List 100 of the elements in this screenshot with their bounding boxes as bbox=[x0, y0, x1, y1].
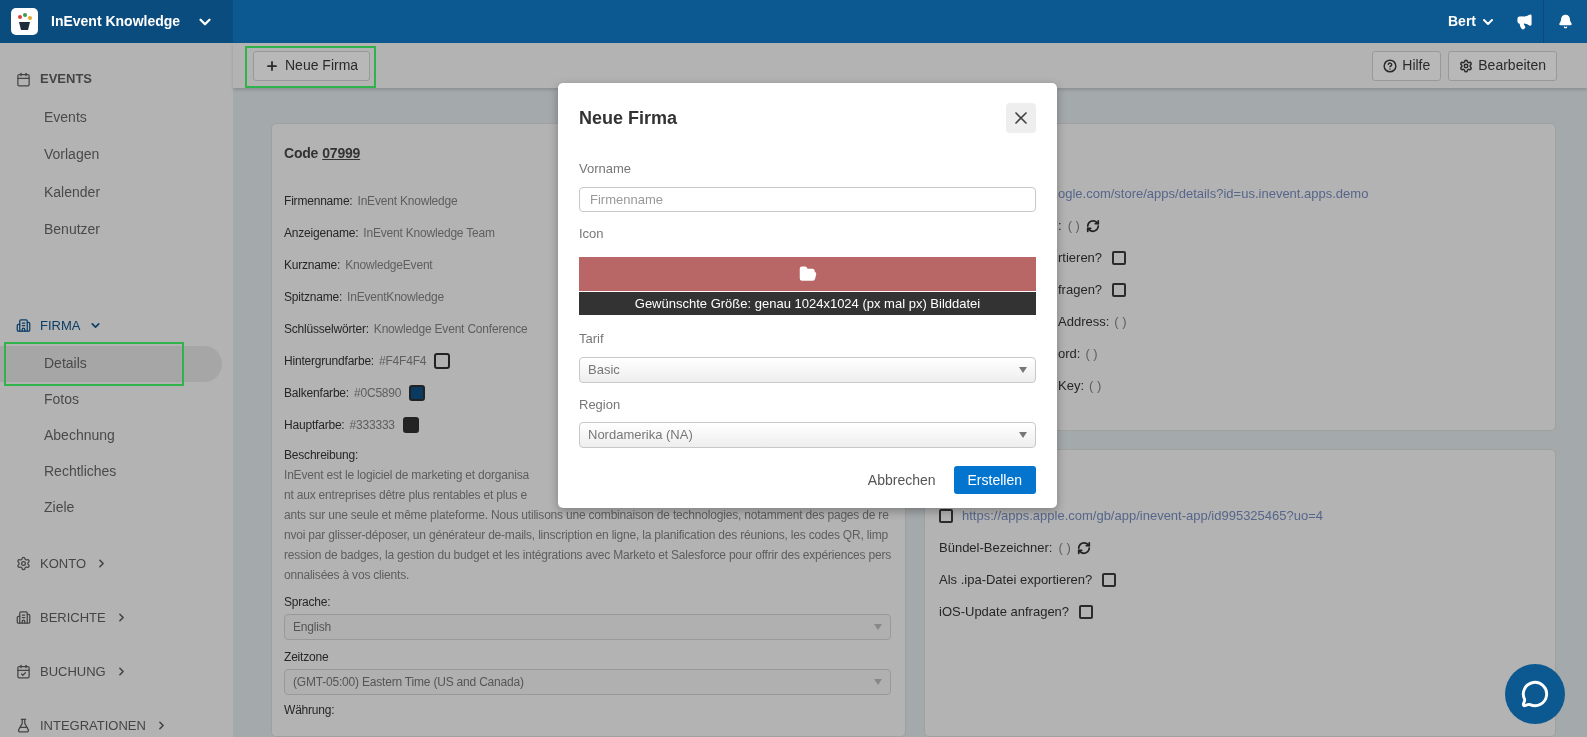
field-label: Anzeigename: bbox=[284, 225, 359, 242]
cancel-button[interactable]: Abbrechen bbox=[867, 469, 936, 491]
color-swatch[interactable] bbox=[434, 353, 451, 369]
calendar-icon bbox=[16, 71, 31, 87]
field-label: Sprache: bbox=[284, 594, 332, 611]
company-name-input[interactable]: Firmenname bbox=[579, 186, 1036, 212]
sidebar-item[interactable]: Kalender bbox=[0, 174, 222, 210]
building-icon bbox=[16, 610, 31, 625]
field-value: #F4F4F4 bbox=[379, 353, 427, 370]
close-button[interactable] bbox=[1006, 103, 1036, 133]
field-value: InEvent Knowledge Team bbox=[363, 225, 495, 242]
store-link[interactable]: https://apps.apple.com/gb/app/inevent-app/id995325465?uo=4 bbox=[962, 506, 1324, 526]
sidebar-section[interactable]: INTEGRATIONEN bbox=[0, 709, 168, 737]
description-text: ants sur une seule et même plateforme. Nous utilisons une combinaison de technologies, notamment des pages de renvoi par glisser-déposer, un générateur de-mails, linscription en ligne, la planification des réunions, les codes QR, limpression de badges, la gestion du budget et les intégrations avec Marketo et Salesforce pour offrir des expériences personnalisées à vos clients. bbox=[284, 507, 891, 584]
field-value: ( ) bbox=[1085, 345, 1098, 364]
field-label: Zeitzone bbox=[284, 649, 330, 666]
field-value: ( ) bbox=[1089, 377, 1102, 396]
logo-icon bbox=[11, 8, 38, 35]
field-label: Beschreibung: bbox=[284, 447, 360, 464]
sidebar-section[interactable]: EVENTS bbox=[0, 63, 92, 95]
field-label: Als .ipa-Datei exportieren? bbox=[939, 571, 1093, 590]
color-swatch[interactable] bbox=[409, 385, 426, 401]
field-label: Kurzname: bbox=[284, 257, 341, 274]
description-text: InEvent est le logiciel de marketing et dorganisa bbox=[284, 467, 529, 484]
field-label: Address: bbox=[1058, 313, 1110, 332]
description-text: nt aux entreprises dêtre plus rentables et plus e bbox=[284, 487, 527, 504]
dropdown-field[interactable]: Nordamerika (NA) bbox=[579, 422, 1036, 448]
field-value: #333333 bbox=[349, 417, 395, 434]
caret-icon bbox=[874, 679, 882, 685]
field-value: ( ) bbox=[1114, 313, 1127, 332]
caret-icon bbox=[874, 624, 882, 630]
sidebar-item[interactable]: Events bbox=[0, 99, 222, 135]
calendar-check-icon bbox=[16, 664, 31, 679]
code-label: Code bbox=[284, 143, 319, 163]
caret-icon bbox=[1019, 432, 1027, 438]
checkbox[interactable] bbox=[1112, 251, 1127, 265]
help-icon bbox=[1383, 58, 1398, 73]
field-label: Vorname bbox=[579, 160, 633, 178]
field-label: Key: bbox=[1058, 377, 1084, 396]
field-value: KnowledgeEvent bbox=[345, 257, 433, 274]
code-link[interactable]: 07999 bbox=[322, 142, 361, 164]
field-value: #0C5890 bbox=[354, 385, 402, 402]
field-value: ( ) bbox=[1058, 539, 1071, 558]
help-button[interactable]: Hilfe bbox=[1372, 50, 1442, 81]
brand-name: InEvent Knowledge bbox=[51, 12, 181, 31]
sidebar-item[interactable]: Details bbox=[0, 345, 222, 382]
field-label: Hauptfarbe: bbox=[284, 417, 345, 434]
dialog-title: Neue Firma bbox=[579, 106, 678, 130]
field-label: Tarif bbox=[579, 330, 605, 348]
field-label: Firmenname: bbox=[284, 193, 353, 210]
field-label: Icon bbox=[579, 224, 605, 243]
field-value: Knowledge Event Conference bbox=[373, 321, 528, 338]
size-caption: Gewünschte Größe: genau 1024x1024 (px mal px) Bilddatei bbox=[579, 292, 1036, 315]
sidebar-item[interactable]: Vorlagen bbox=[0, 136, 222, 173]
field-label: : bbox=[1058, 217, 1062, 236]
field-label: Balkenfarbe: bbox=[284, 385, 349, 402]
building-icon bbox=[16, 318, 31, 333]
refresh-icon[interactable] bbox=[1076, 541, 1091, 555]
field-value: InEventKnowledge bbox=[347, 289, 444, 306]
sidebar-item[interactable]: Abechnung bbox=[0, 417, 222, 454]
field-label: ord: bbox=[1058, 345, 1081, 364]
gear-icon bbox=[1459, 58, 1474, 73]
color-swatch[interactable] bbox=[402, 417, 419, 433]
store-link[interactable]: ogle.com/store/apps/details?id=us.inevent.apps.demo bbox=[1058, 184, 1369, 204]
plus-icon bbox=[265, 58, 279, 73]
dropdown-field[interactable]: Basic bbox=[579, 356, 1036, 383]
user-menu[interactable]: Bert bbox=[1438, 11, 1506, 32]
field-label: rtieren? bbox=[1058, 249, 1103, 268]
dropdown-field[interactable]: English bbox=[284, 614, 891, 640]
caret-icon bbox=[1019, 366, 1027, 373]
sidebar-item[interactable]: Fotos bbox=[0, 381, 222, 418]
sidebar-item[interactable]: Ziele bbox=[0, 489, 222, 526]
sidebar-section[interactable]: BUCHUNG bbox=[0, 655, 128, 688]
dropdown-field[interactable]: (GMT-05:00) Eastern Time (US and Canada) bbox=[284, 669, 891, 695]
flask-icon bbox=[16, 718, 31, 733]
sidebar-item[interactable]: Benutzer bbox=[0, 211, 222, 248]
create-button[interactable]: Erstellen bbox=[953, 466, 1036, 494]
megaphone-icon[interactable] bbox=[1516, 13, 1533, 30]
checkbox[interactable] bbox=[1112, 283, 1127, 297]
checkbox[interactable] bbox=[1079, 605, 1094, 619]
field-label: Hintergrundfarbe: bbox=[284, 353, 374, 370]
gear-icon bbox=[16, 556, 31, 571]
sidebar-section[interactable]: FIRMA bbox=[0, 309, 103, 342]
chat-icon bbox=[1521, 680, 1549, 708]
edit-button[interactable]: Bearbeiten bbox=[1448, 50, 1557, 81]
refresh-icon[interactable] bbox=[1085, 219, 1100, 233]
field-label: fragen? bbox=[1058, 281, 1103, 300]
sidebar-item[interactable]: Rechtliches bbox=[0, 453, 222, 490]
field-label: Region bbox=[579, 395, 622, 414]
folder-icon bbox=[798, 265, 817, 283]
new-company-button[interactable]: Neue Firma bbox=[253, 50, 371, 81]
field-label: Spitzname: bbox=[284, 289, 343, 306]
checkbox[interactable] bbox=[1102, 573, 1117, 587]
field-label: Bündel-Bezeichner: bbox=[939, 539, 1053, 558]
sidebar-section[interactable]: BERICHTE bbox=[0, 601, 128, 634]
field-label: Schlüsselwörter: bbox=[284, 321, 369, 338]
bell-icon[interactable] bbox=[1558, 14, 1573, 29]
sidebar-section[interactable]: KONTO bbox=[0, 547, 108, 580]
field-label: Währung: bbox=[284, 702, 336, 719]
field-value: InEvent Knowledge bbox=[357, 193, 458, 210]
